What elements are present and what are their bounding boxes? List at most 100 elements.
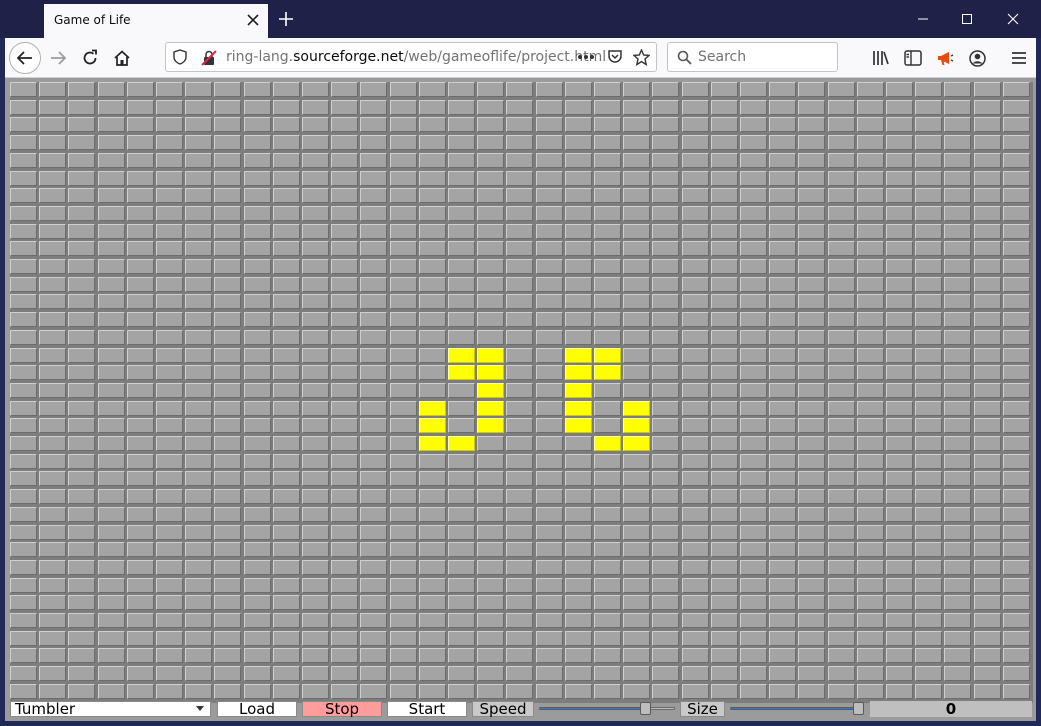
grid-cell[interactable] xyxy=(682,100,709,115)
grid-cell[interactable] xyxy=(156,188,183,203)
grid-cell[interactable] xyxy=(944,348,971,363)
live-cell[interactable] xyxy=(623,401,650,416)
grid-cell[interactable] xyxy=(302,436,329,451)
grid-cell[interactable] xyxy=(156,471,183,486)
grid-cell[interactable] xyxy=(652,542,679,557)
grid-cell[interactable] xyxy=(390,418,417,433)
grid-cell[interactable] xyxy=(769,418,796,433)
grid-cell[interactable] xyxy=(1003,206,1030,221)
grid-cell[interactable] xyxy=(302,206,329,221)
grid-cell[interactable] xyxy=(448,153,475,168)
grid-cell[interactable] xyxy=(360,471,387,486)
grid-cell[interactable] xyxy=(390,224,417,239)
grid-cell[interactable] xyxy=(156,666,183,681)
grid-cell[interactable] xyxy=(682,613,709,628)
grid-cell[interactable] xyxy=(652,312,679,327)
grid-cell[interactable] xyxy=(448,171,475,186)
grid-cell[interactable] xyxy=(156,365,183,380)
grid-cell[interactable] xyxy=(390,188,417,203)
grid-cell[interactable] xyxy=(68,666,95,681)
grid-cell[interactable] xyxy=(185,383,212,398)
grid-cell[interactable] xyxy=(98,454,125,469)
grid-cell[interactable] xyxy=(390,82,417,97)
grid-cell[interactable] xyxy=(652,241,679,256)
grid-cell[interactable] xyxy=(740,117,767,132)
live-cell[interactable] xyxy=(448,348,475,363)
grid-cell[interactable] xyxy=(536,153,563,168)
grid-cell[interactable] xyxy=(214,454,241,469)
grid-cell[interactable] xyxy=(390,117,417,132)
grid-cell[interactable] xyxy=(857,454,884,469)
grid-cell[interactable] xyxy=(711,525,738,540)
grid-cell[interactable] xyxy=(536,348,563,363)
grid-cell[interactable] xyxy=(244,383,271,398)
grid-cell[interactable] xyxy=(302,348,329,363)
grid-cell[interactable] xyxy=(302,188,329,203)
grid-cell[interactable] xyxy=(390,206,417,221)
grid-cell[interactable] xyxy=(974,117,1001,132)
grid-cell[interactable] xyxy=(944,613,971,628)
grid-cell[interactable] xyxy=(185,117,212,132)
grid-cell[interactable] xyxy=(331,100,358,115)
grid-cell[interactable] xyxy=(974,595,1001,610)
grid-cell[interactable] xyxy=(711,542,738,557)
grid-cell[interactable] xyxy=(156,401,183,416)
grid-cell[interactable] xyxy=(1003,117,1030,132)
grid-cell[interactable] xyxy=(448,454,475,469)
grid-cell[interactable] xyxy=(98,578,125,593)
url-bar[interactable]: ring-lang.sourceforge.net/web/gameoflife… xyxy=(165,42,657,72)
grid-cell[interactable] xyxy=(594,648,621,663)
grid-cell[interactable] xyxy=(214,188,241,203)
url-text[interactable]: ring-lang.sourceforge.net/web/gameoflife… xyxy=(226,49,606,65)
grid-cell[interactable] xyxy=(273,153,300,168)
grid-cell[interactable] xyxy=(711,259,738,274)
grid-cell[interactable] xyxy=(360,418,387,433)
grid-cell[interactable] xyxy=(244,82,271,97)
grid-cell[interactable] xyxy=(390,560,417,575)
grid-cell[interactable] xyxy=(156,348,183,363)
grid-cell[interactable] xyxy=(214,383,241,398)
browser-tab[interactable]: Game of Life xyxy=(44,4,268,38)
grid-cell[interactable] xyxy=(652,684,679,699)
grid-cell[interactable] xyxy=(886,259,913,274)
grid-cell[interactable] xyxy=(974,436,1001,451)
grid-cell[interactable] xyxy=(711,100,738,115)
grid-cell[interactable] xyxy=(769,560,796,575)
grid-cell[interactable] xyxy=(857,436,884,451)
grid-cell[interactable] xyxy=(711,117,738,132)
grid-cell[interactable] xyxy=(915,365,942,380)
grid-cell[interactable] xyxy=(506,277,533,292)
grid-cell[interactable] xyxy=(214,100,241,115)
grid-cell[interactable] xyxy=(185,666,212,681)
grid-cell[interactable] xyxy=(156,578,183,593)
grid-cell[interactable] xyxy=(244,401,271,416)
grid-cell[interactable] xyxy=(360,206,387,221)
grid-cell[interactable] xyxy=(798,312,825,327)
grid-cell[interactable] xyxy=(1003,294,1030,309)
grid-cell[interactable] xyxy=(185,224,212,239)
grid-cell[interactable] xyxy=(1003,525,1030,540)
grid-cell[interactable] xyxy=(156,648,183,663)
grid-cell[interactable] xyxy=(974,507,1001,522)
grid-cell[interactable] xyxy=(944,82,971,97)
grid-cell[interactable] xyxy=(127,489,154,504)
grid-cell[interactable] xyxy=(506,365,533,380)
grid-cell[interactable] xyxy=(565,489,592,504)
search-input[interactable]: Search xyxy=(667,42,838,72)
grid-cell[interactable] xyxy=(711,277,738,292)
grid-cell[interactable] xyxy=(536,418,563,433)
grid-cell[interactable] xyxy=(1003,542,1030,557)
grid-cell[interactable] xyxy=(273,188,300,203)
grid-cell[interactable] xyxy=(98,348,125,363)
grid-cell[interactable] xyxy=(244,206,271,221)
grid-cell[interactable] xyxy=(623,595,650,610)
grid-cell[interactable] xyxy=(273,542,300,557)
grid-cell[interactable] xyxy=(565,188,592,203)
grid-cell[interactable] xyxy=(156,117,183,132)
grid-cell[interactable] xyxy=(944,171,971,186)
grid-cell[interactable] xyxy=(244,224,271,239)
grid-cell[interactable] xyxy=(740,595,767,610)
grid-cell[interactable] xyxy=(273,613,300,628)
grid-cell[interactable] xyxy=(536,224,563,239)
grid-cell[interactable] xyxy=(244,436,271,451)
